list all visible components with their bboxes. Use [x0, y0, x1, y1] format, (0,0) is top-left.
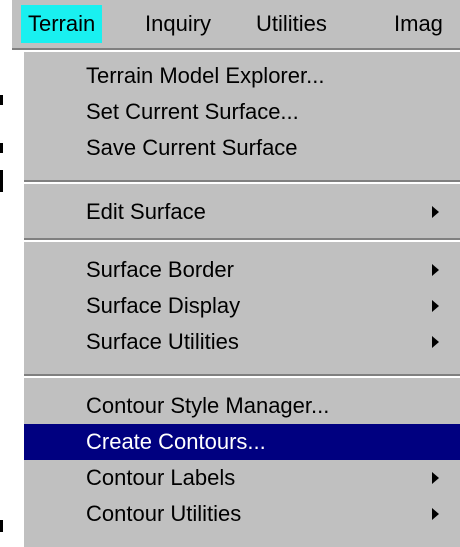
- menu-item-contour-labels[interactable]: Contour Labels: [24, 460, 460, 496]
- menu-inquiry[interactable]: Inquiry: [138, 5, 218, 43]
- menu-item-contour-utilities[interactable]: Contour Utilities: [24, 496, 460, 532]
- menu-bar: Terrain Inquiry Utilities Imag: [12, 0, 460, 50]
- submenu-arrow-icon: [432, 300, 439, 312]
- menu-item-label: Edit Surface: [86, 199, 206, 224]
- terrain-dropdown-menu: Terrain Model Explorer... Set Current Su…: [22, 50, 460, 547]
- menu-item-label: Set Current Surface...: [86, 99, 299, 124]
- menu-item-label: Terrain Model Explorer...: [86, 63, 325, 88]
- menu-item-label: Surface Border: [86, 257, 234, 282]
- submenu-arrow-icon: [432, 336, 439, 348]
- submenu-arrow-icon: [432, 206, 439, 218]
- menu-item-label: Surface Utilities: [86, 329, 239, 354]
- menu-item-label: Contour Utilities: [86, 501, 242, 526]
- menu-item-save-current-surface[interactable]: Save Current Surface: [24, 130, 460, 166]
- menu-utilities[interactable]: Utilities: [249, 5, 334, 43]
- menu-item-surface-utilities[interactable]: Surface Utilities: [24, 324, 460, 360]
- menu-separator: [24, 374, 460, 378]
- menu-separator: [24, 238, 460, 242]
- menu-item-edit-surface[interactable]: Edit Surface: [24, 194, 460, 230]
- menu-item-surface-display[interactable]: Surface Display: [24, 288, 460, 324]
- submenu-arrow-icon: [432, 472, 439, 484]
- window-edge-mark: [0, 170, 3, 192]
- window-edge-mark: [0, 95, 3, 105]
- background-window-edge: [0, 0, 8, 547]
- menu-item-create-contours[interactable]: Create Contours...: [24, 424, 460, 460]
- menu-item-label: Contour Labels: [86, 465, 236, 490]
- menu-item-label: Save Current Surface: [86, 135, 298, 160]
- menu-item-set-current-surface[interactable]: Set Current Surface...: [24, 94, 460, 130]
- submenu-arrow-icon: [432, 508, 439, 520]
- menu-separator: [24, 180, 460, 184]
- window-edge-mark: [0, 143, 3, 153]
- menu-item-label: Contour Style Manager...: [86, 393, 330, 418]
- menu-terrain[interactable]: Terrain: [21, 5, 103, 43]
- window-edge-mark: [0, 520, 3, 532]
- menu-item-label: Create Contours...: [86, 429, 266, 454]
- submenu-arrow-icon: [432, 264, 439, 276]
- menu-item-label: Surface Display: [86, 293, 241, 318]
- menu-imag[interactable]: Imag: [387, 5, 450, 43]
- menu-item-surface-border[interactable]: Surface Border: [24, 252, 460, 288]
- menu-item-terrain-model-explorer[interactable]: Terrain Model Explorer...: [24, 58, 460, 94]
- menu-item-contour-style-manager[interactable]: Contour Style Manager...: [24, 388, 460, 424]
